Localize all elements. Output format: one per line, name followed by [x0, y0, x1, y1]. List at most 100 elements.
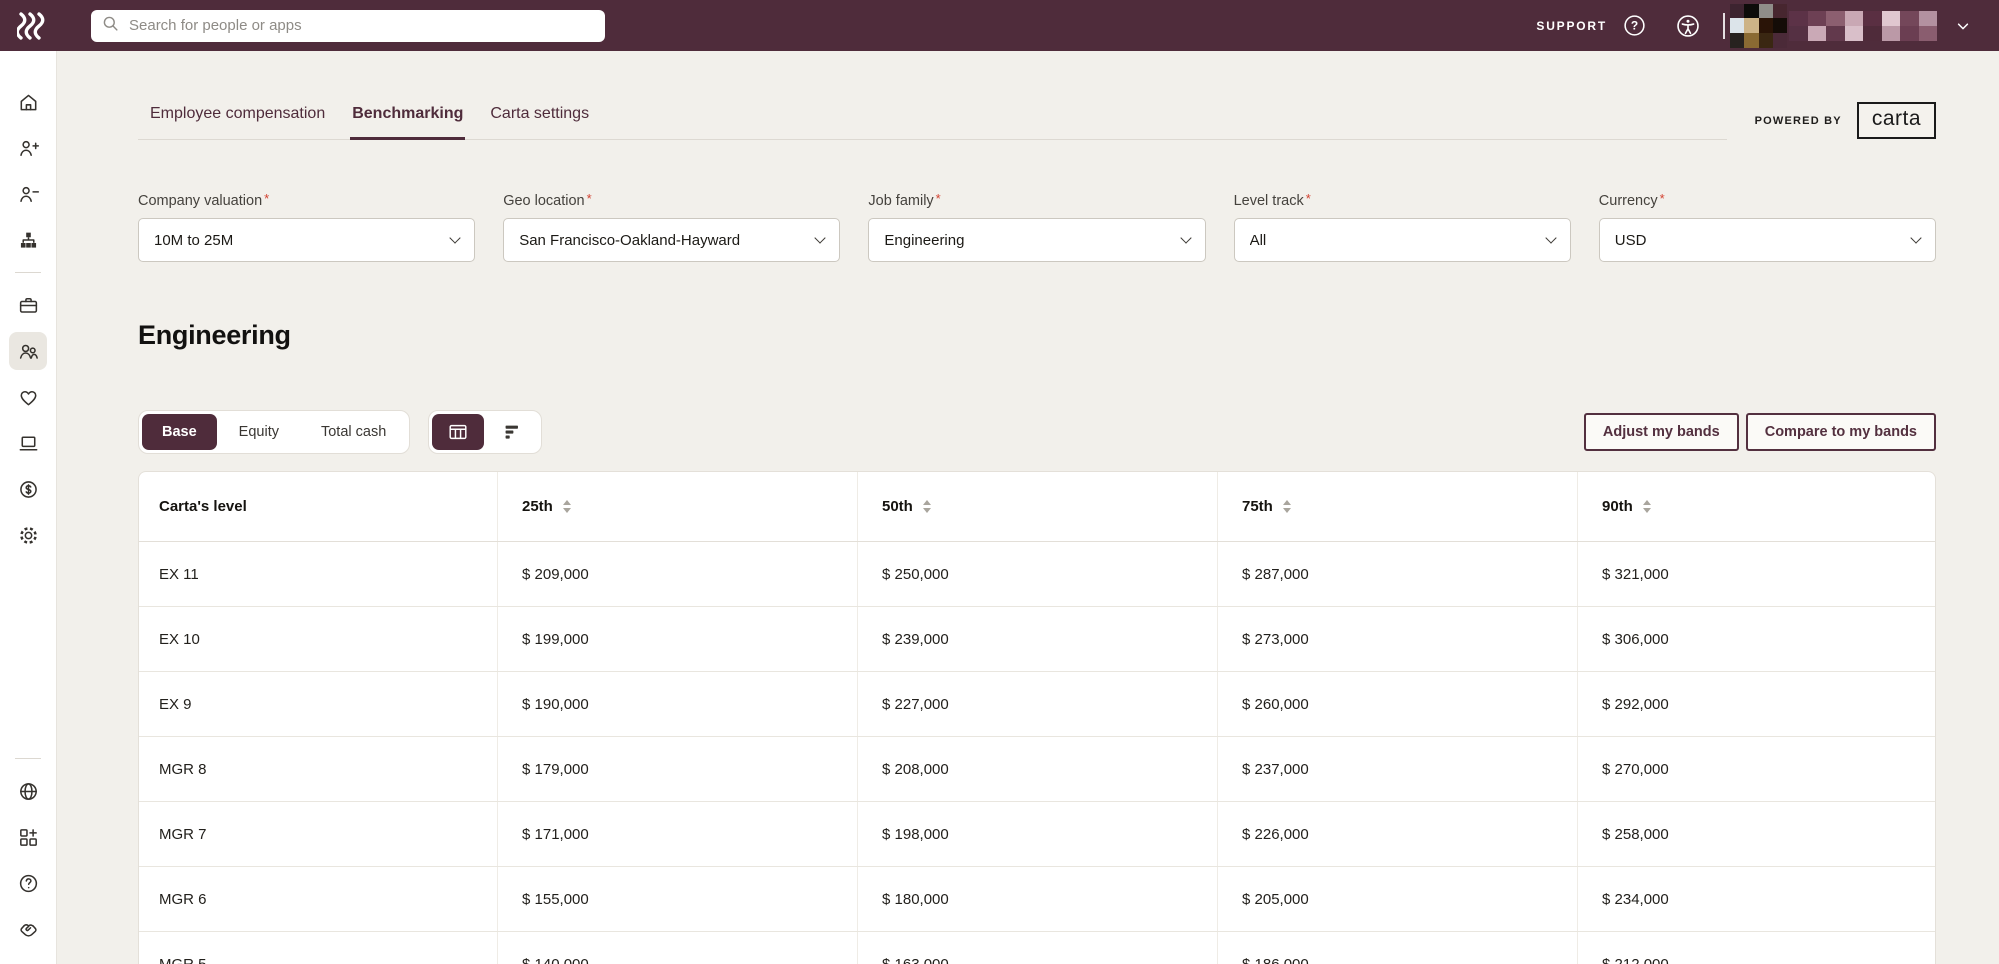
sidebar-item-payroll[interactable]: [9, 470, 47, 508]
value-cell: $ 155,000: [497, 867, 857, 931]
user-avatar[interactable]: [1730, 3, 1787, 48]
job-family-select[interactable]: Engineering: [868, 218, 1206, 262]
level-cell: EX 10: [159, 630, 200, 648]
toggle-group: Base Equity Total cash: [138, 410, 543, 454]
required-asterisk: *: [586, 191, 592, 206]
rippling-logo-icon[interactable]: [17, 11, 47, 40]
value-cell: $ 250,000: [857, 542, 1217, 606]
sidebar-item-remove-person[interactable]: [9, 175, 47, 213]
chevron-down-icon: [814, 232, 827, 244]
value-cell: $ 140,000: [497, 932, 857, 964]
sidebar-item-add-person[interactable]: [9, 129, 47, 167]
accessibility-icon[interactable]: [1675, 13, 1701, 39]
tab-carta-settings[interactable]: Carta settings: [490, 105, 589, 123]
geo-location-select[interactable]: San Francisco-Oakland-Hayward: [503, 218, 841, 262]
column-header-25th[interactable]: 25th: [497, 472, 857, 541]
help-circle-icon[interactable]: ?: [1622, 13, 1647, 38]
column-header-75th[interactable]: 75th: [1217, 472, 1577, 541]
search-input[interactable]: [129, 17, 595, 34]
filter-label: Level track *: [1233, 191, 1311, 209]
sidebar-item-apps[interactable]: [9, 818, 47, 856]
svg-text:?: ?: [1631, 19, 1638, 33]
global-search[interactable]: [91, 9, 605, 42]
tab-benchmarking[interactable]: Benchmarking: [350, 105, 466, 140]
table-row: MGR 6 $ 155,000 $ 180,000 $ 205,000 $ 23…: [139, 867, 1935, 932]
column-header-50th[interactable]: 50th: [857, 472, 1217, 541]
filter-level-track: Level track * All: [1233, 190, 1571, 262]
table-row: MGR 8 $ 179,000 $ 208,000 $ 237,000 $ 27…: [139, 737, 1935, 802]
currency-select[interactable]: USD: [1598, 218, 1936, 262]
level-cell: MGR 7: [159, 825, 207, 843]
table-row: MGR 7 $ 171,000 $ 198,000 $ 226,000 $ 25…: [139, 802, 1935, 867]
band-actions: Adjust my bands Compare to my bands: [1583, 413, 1936, 451]
column-header-90th[interactable]: 90th: [1577, 472, 1935, 541]
sidebar-item-global[interactable]: [9, 772, 47, 810]
sidebar-item-briefcase[interactable]: [9, 286, 47, 324]
column-header-level: Carta's level: [159, 498, 247, 515]
add-person-icon: [19, 140, 39, 156]
sidebar-item-devices[interactable]: [9, 424, 47, 462]
heart-icon: [20, 390, 36, 405]
sidebar-item-help[interactable]: [9, 864, 47, 902]
sidebar-item-referral[interactable]: [9, 910, 47, 948]
value-cell: $ 260,000: [1217, 672, 1577, 736]
sort-icon: [562, 500, 571, 513]
value-cell: $ 179,000: [497, 737, 857, 801]
table-view-button[interactable]: [432, 414, 485, 450]
view-toggle: [428, 410, 543, 454]
tab-employee-compensation[interactable]: Employee compensation: [150, 105, 325, 123]
value-cell: $ 234,000: [1577, 867, 1935, 931]
adjust-my-bands-button[interactable]: Adjust my bands: [1583, 413, 1739, 451]
tab-bar: Employee compensation Benchmarking Carta…: [138, 51, 1727, 140]
table-row: EX 10 $ 199,000 $ 239,000 $ 273,000 $ 30…: [139, 607, 1935, 672]
help-icon: [19, 874, 37, 892]
value-cell: $ 226,000: [1217, 802, 1577, 866]
level-cell: EX 9: [159, 695, 192, 713]
value-cell: $ 239,000: [857, 607, 1217, 671]
sort-icon: [1642, 500, 1651, 513]
table-row-partial: MGR 5 $ 140,000 $ 163,000 $ 186,000 $ 21…: [139, 932, 1935, 964]
required-asterisk: *: [1305, 191, 1311, 206]
value-cell: $ 186,000: [1217, 932, 1577, 964]
value-cell: $ 180,000: [857, 867, 1217, 931]
remove-person-icon: [19, 186, 39, 202]
compare-to-my-bands-button[interactable]: Compare to my bands: [1745, 413, 1936, 451]
required-asterisk: *: [264, 191, 270, 206]
chevron-down-icon[interactable]: [1955, 19, 1971, 33]
value-cell: $ 292,000: [1577, 672, 1935, 736]
powered-by-label: POWERED BY: [1754, 114, 1842, 127]
toggle-total-cash[interactable]: Total cash: [301, 414, 406, 450]
required-asterisk: *: [935, 191, 941, 206]
toggle-equity[interactable]: Equity: [219, 414, 299, 450]
value-cell: $ 306,000: [1577, 607, 1935, 671]
value-cell: $ 273,000: [1217, 607, 1577, 671]
chevron-down-icon: [1545, 232, 1557, 244]
sidebar-item-settings[interactable]: [9, 516, 47, 554]
company-valuation-select[interactable]: 10M to 25M: [138, 218, 476, 262]
level-track-select[interactable]: All: [1233, 218, 1571, 262]
toggle-base[interactable]: Base: [142, 414, 217, 450]
controls-row: Base Equity Total cash Adjust my bands C…: [138, 410, 1936, 454]
support-link[interactable]: SUPPORT: [1536, 19, 1607, 33]
sidebar-item-benefits[interactable]: [9, 378, 47, 416]
value-cell: $ 205,000: [1217, 867, 1577, 931]
sidebar-bottom-group: [9, 753, 47, 956]
value-cell: $ 190,000: [497, 672, 857, 736]
sidebar-item-people[interactable]: [9, 332, 47, 370]
value-cell: $ 270,000: [1577, 737, 1935, 801]
sidebar-item-org-chart[interactable]: [9, 221, 47, 259]
home-icon: [20, 94, 36, 110]
chevron-down-icon: [1179, 232, 1192, 244]
handshake-icon: [19, 923, 37, 937]
value-cell: $ 321,000: [1577, 542, 1935, 606]
sidebar-divider: [15, 758, 41, 759]
table-header-row: Carta's level 25th 50th 75th 90th: [139, 472, 1935, 542]
filter-label: Geo location *: [503, 191, 592, 209]
sidebar-item-home[interactable]: [9, 83, 47, 121]
level-cell: EX 11: [159, 565, 199, 583]
briefcase-icon: [19, 297, 37, 313]
value-cell: $ 212,000: [1577, 932, 1935, 964]
filter-currency: Currency * USD: [1598, 190, 1936, 262]
filter-label: Company valuation *: [138, 191, 270, 209]
chart-view-button[interactable]: [486, 414, 538, 450]
